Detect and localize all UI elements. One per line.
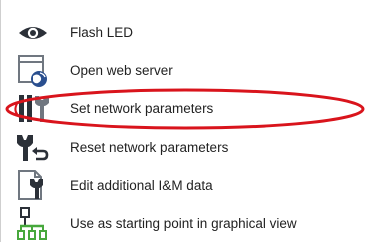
- topology-tree-icon: [9, 205, 57, 242]
- edit-document-wrench-icon: [9, 167, 57, 205]
- menu-item-set-network-parameters[interactable]: Set network parameters: [1, 90, 366, 128]
- menu-item-label: Set network parameters: [70, 101, 214, 116]
- menu-item-label: Edit additional I&M data: [70, 178, 213, 193]
- menu-item-label: Reset network parameters: [70, 140, 229, 155]
- network-parameters-wrench-icon: [9, 90, 57, 128]
- menu-item-starting-point-graphical-view[interactable]: Use as starting point in graphical view: [1, 205, 366, 242]
- web-server-globe-icon: [9, 52, 57, 90]
- menu-item-label: Open web server: [70, 63, 173, 78]
- eye-icon: [9, 14, 57, 52]
- menu-item-reset-network-parameters[interactable]: Reset network parameters: [1, 129, 366, 167]
- menu-item-label: Use as starting point in graphical view: [70, 216, 297, 231]
- menu-item-edit-im-data[interactable]: Edit additional I&M data: [1, 167, 366, 205]
- reset-wrench-icon: [9, 129, 57, 167]
- menu-item-open-web-server[interactable]: Open web server: [1, 52, 366, 90]
- menu-item-label: Flash LED: [70, 25, 134, 40]
- menu-item-flash-led[interactable]: Flash LED: [1, 14, 366, 52]
- context-menu: Flash LED Open web server Set network pa…: [0, 0, 366, 242]
